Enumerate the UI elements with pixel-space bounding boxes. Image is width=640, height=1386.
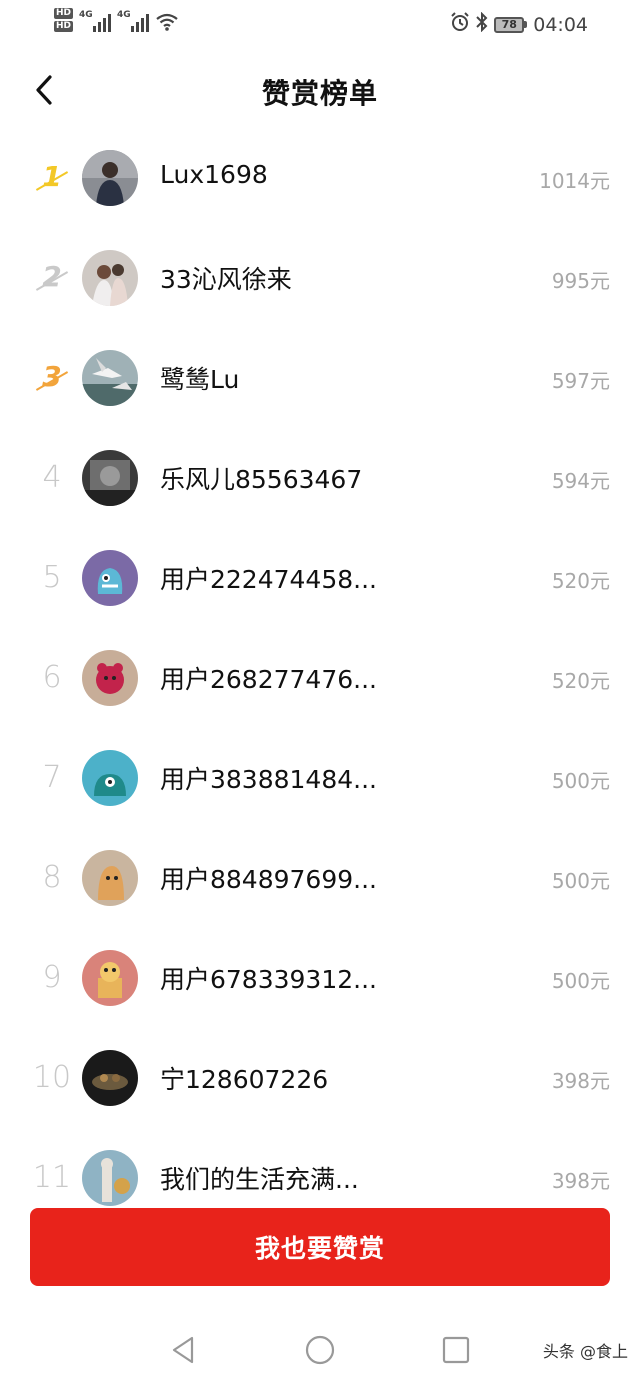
reward-amount: 398元	[551, 1169, 610, 1193]
network-label-2: 4G	[117, 10, 131, 20]
user-name: 乐风儿85563467	[160, 465, 363, 494]
user-name: Lux1698	[160, 160, 268, 189]
network-label-1: 4G	[79, 10, 93, 20]
reward-amount: 520元	[551, 669, 610, 693]
rank-number: 8	[42, 860, 62, 895]
signal-icon-2: 4G	[117, 8, 150, 32]
hd-badge-2: HD	[54, 21, 74, 32]
rank-number: 5	[42, 560, 62, 595]
ranking-row[interactable]: 4 乐风儿85563467 594元	[0, 430, 640, 526]
rank-number: 3	[26, 360, 78, 393]
page-title: 赞赏榜单	[261, 77, 378, 110]
rank-number: 6	[42, 660, 62, 695]
ranking-row[interactable]: 3 鹭鸶Lu 597元	[0, 330, 640, 426]
avatar	[82, 950, 138, 1006]
system-nav-bar: 头条 @食上	[0, 1314, 640, 1386]
battery-level: 78	[494, 16, 525, 33]
reward-amount: 500元	[551, 869, 610, 893]
ranking-row[interactable]: 5 用户222474458... 520元	[0, 530, 640, 626]
battery-icon: 78	[494, 16, 528, 33]
rank-number: 1	[26, 160, 78, 193]
avatar	[82, 550, 138, 606]
avatar	[82, 850, 138, 906]
reward-amount: 995元	[551, 269, 610, 293]
rank-number: 7	[42, 760, 62, 795]
signal-icon: 4G	[79, 8, 112, 32]
reward-amount: 398元	[551, 1069, 610, 1093]
alarm-icon	[450, 12, 470, 37]
reward-amount: 500元	[551, 769, 610, 793]
user-name: 宁128607226	[160, 1065, 329, 1094]
ranking-row[interactable]: 6 用户268277476... 520元	[0, 630, 640, 726]
avatar	[82, 1150, 138, 1206]
reward-amount: 594元	[551, 469, 610, 493]
avatar	[82, 450, 138, 506]
user-name: 用户383881484...	[160, 765, 377, 794]
ranking-row[interactable]: 1 Lux1698 1014元	[0, 130, 640, 226]
status-bar: HD HD 4G 4G 78 04:04	[0, 0, 640, 50]
rank-number: 11	[32, 1160, 72, 1195]
status-left-group: HD HD 4G 4G	[54, 8, 179, 32]
back-triangle-icon[interactable]	[168, 1334, 200, 1366]
status-right-group: 78 04:04	[450, 11, 588, 37]
rank-number: 2	[26, 260, 78, 293]
hd-badge-1: HD	[54, 8, 74, 19]
hd-icon: HD HD	[54, 8, 74, 32]
home-circle-icon[interactable]	[304, 1334, 336, 1366]
ranking-row[interactable]: 7 用户383881484... 500元	[0, 730, 640, 826]
user-name: 用户678339312...	[160, 965, 377, 994]
ranking-row[interactable]: 8 用户884897699... 500元	[0, 830, 640, 926]
ranking-row[interactable]: 10 宁128607226 398元	[0, 1030, 640, 1126]
avatar	[82, 250, 138, 306]
rank-number: 4	[42, 460, 62, 495]
user-name: 我们的生活充满...	[160, 1165, 359, 1194]
avatar	[82, 1050, 138, 1106]
user-name: 鹭鸶Lu	[160, 365, 240, 394]
header: 赞赏榜单	[0, 60, 640, 122]
ranking-row[interactable]: 2 33沁风徐来 995元	[0, 230, 640, 326]
status-time: 04:04	[533, 13, 588, 36]
avatar	[82, 650, 138, 706]
avatar	[82, 750, 138, 806]
reward-amount: 520元	[551, 569, 610, 593]
reward-amount: 1014元	[539, 169, 610, 193]
user-name: 33沁风徐来	[160, 265, 292, 294]
reward-button[interactable]: 我也要赞赏	[30, 1208, 610, 1286]
reward-amount: 597元	[551, 369, 610, 393]
watermark-text: 头条 @食上	[542, 1342, 628, 1361]
wifi-icon	[155, 12, 179, 32]
avatar	[82, 350, 138, 406]
user-name: 用户222474458...	[160, 565, 377, 594]
recents-square-icon[interactable]	[440, 1334, 472, 1366]
user-name: 用户884897699...	[160, 865, 377, 894]
rank-number: 9	[42, 960, 62, 995]
bluetooth-icon	[476, 11, 488, 37]
avatar	[82, 150, 138, 206]
ranking-row[interactable]: 9 用户678339312... 500元	[0, 930, 640, 1026]
user-name: 用户268277476...	[160, 665, 377, 694]
rank-number: 10	[32, 1060, 72, 1095]
reward-amount: 500元	[551, 969, 610, 993]
